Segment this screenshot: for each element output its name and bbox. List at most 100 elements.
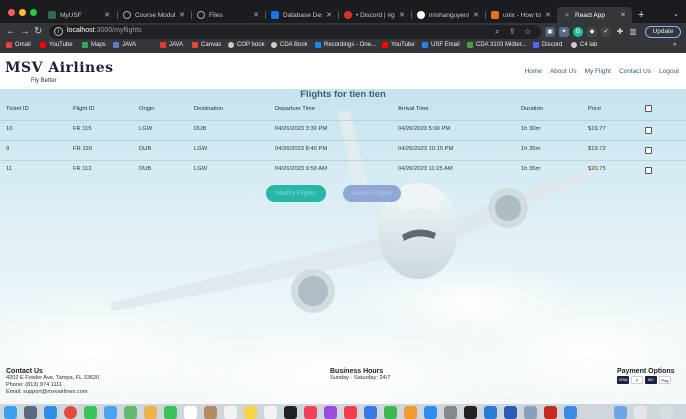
modify-flights-button[interactable]: Modify Flights xyxy=(266,185,326,202)
nav-link-my-flight[interactable]: My Flight xyxy=(585,68,611,75)
nav-link-contact-us[interactable]: Contact Us xyxy=(619,68,651,75)
nav-link-home[interactable]: Home xyxy=(524,68,541,75)
numbers-icon[interactable] xyxy=(384,406,397,419)
reminders-icon[interactable] xyxy=(224,406,237,419)
downloads-folder-icon[interactable] xyxy=(614,406,627,419)
messages-icon[interactable] xyxy=(84,406,97,419)
row-select-checkbox[interactable] xyxy=(645,147,652,154)
delete-flights-button[interactable]: Delete Flights xyxy=(343,185,401,202)
close-icon[interactable]: ✕ xyxy=(545,11,551,19)
close-window-button[interactable] xyxy=(8,9,15,16)
close-icon[interactable]: ✕ xyxy=(253,11,259,19)
row-select-checkbox[interactable] xyxy=(645,167,652,174)
close-icon[interactable]: ✕ xyxy=(326,11,332,19)
close-icon[interactable]: ✕ xyxy=(620,11,626,19)
tab-database-design[interactable]: Database Design ✕ xyxy=(265,7,338,23)
close-icon[interactable]: ✕ xyxy=(399,11,405,19)
select-all-checkbox[interactable] xyxy=(645,105,652,112)
bookmark-usf-email[interactable]: USF Email xyxy=(422,42,460,48)
nav-link-about-us[interactable]: About Us xyxy=(550,68,577,75)
extension-icon[interactable]: ✦ xyxy=(559,27,569,37)
bookmark-recordings[interactable]: Recordings - One... xyxy=(315,42,376,48)
puzzle-icon[interactable]: ✚ xyxy=(615,27,625,37)
update-button[interactable]: Update xyxy=(645,26,681,38)
sidebar-icon[interactable]: ▥ xyxy=(628,27,638,37)
shield-icon[interactable]: ◆ xyxy=(587,27,597,37)
address-bar[interactable]: i localhost:3000/myflights ⌕ ⇪ ☆ xyxy=(49,25,541,39)
acrobat-icon[interactable] xyxy=(544,406,557,419)
keynote-icon[interactable] xyxy=(364,406,377,419)
bookmark-cop-book[interactable]: COP book xyxy=(228,42,265,48)
bookmark-cda-book[interactable]: CDA Book xyxy=(271,42,308,48)
mail-icon[interactable] xyxy=(104,406,117,419)
row-select-checkbox[interactable] xyxy=(645,127,652,134)
more-bookmarks-icon[interactable]: » xyxy=(673,42,676,48)
tv-icon[interactable] xyxy=(284,406,297,419)
system-settings-icon[interactable] xyxy=(444,406,457,419)
preview-icon[interactable] xyxy=(524,406,537,419)
word-icon[interactable] xyxy=(504,406,517,419)
zoom-window-button[interactable] xyxy=(30,9,37,16)
calendar-icon[interactable] xyxy=(184,406,197,419)
launchpad-icon[interactable] xyxy=(24,406,37,419)
close-icon[interactable]: ✕ xyxy=(179,11,185,19)
tab-stackoverflow[interactable]: unix - How to kill ✕ xyxy=(485,7,557,23)
tab-course-modules[interactable]: Course Modules ✕ xyxy=(117,7,191,23)
shield-check-icon[interactable]: ✓ xyxy=(601,27,611,37)
java-icon xyxy=(113,42,119,48)
site-info-icon[interactable]: i xyxy=(54,27,63,36)
tab-discord[interactable]: • Discord | #gene ✕ xyxy=(338,7,411,23)
tab-files[interactable]: Files ✕ xyxy=(191,7,265,23)
nav-link-logout[interactable]: Logout xyxy=(659,68,679,75)
site-logo[interactable]: MSV Airlines xyxy=(5,60,114,76)
news-icon[interactable] xyxy=(344,406,357,419)
photos-icon[interactable] xyxy=(144,406,157,419)
extension-icon[interactable]: ▣ xyxy=(545,27,555,37)
bookmark-youtube[interactable]: YouTube xyxy=(40,42,73,48)
bookmark-youtube-2[interactable]: YouTube xyxy=(382,42,415,48)
music-icon[interactable] xyxy=(304,406,317,419)
bookmark-cda-midterm[interactable]: CDA 3103 Midter... xyxy=(467,42,526,48)
tab-react-app[interactable]: ⚛ React App ✕ xyxy=(557,7,632,23)
back-button[interactable]: ← xyxy=(6,26,16,38)
bookmark-java[interactable]: JAVA xyxy=(113,42,136,48)
bookmark-discord[interactable]: Discord xyxy=(533,42,562,48)
url-text[interactable]: localhost:3000/myflights xyxy=(67,27,142,34)
bookmark-gmail[interactable]: Gmail xyxy=(6,42,31,48)
tab-myusf[interactable]: MyUSF ✕ xyxy=(42,7,116,23)
grammarly-icon[interactable]: G xyxy=(573,27,583,37)
bookmark-maps[interactable]: Maps xyxy=(82,42,106,48)
close-icon[interactable]: ✕ xyxy=(473,11,479,19)
finder-icon[interactable] xyxy=(4,406,17,419)
safari-icon[interactable] xyxy=(44,406,57,419)
contacts-icon[interactable] xyxy=(204,406,217,419)
chevron-down-icon[interactable]: ⌄ xyxy=(673,10,679,18)
bookmark-java-2[interactable]: JAVA xyxy=(160,42,183,48)
pages-icon[interactable] xyxy=(404,406,417,419)
bookmark-canvas[interactable]: Canvas xyxy=(192,42,221,48)
tab-github[interactable]: mishanguyen/Dat ✕ xyxy=(411,7,485,23)
reload-button[interactable]: ↻ xyxy=(34,26,42,38)
origin-cell: DUB xyxy=(139,166,152,172)
terminal-icon[interactable] xyxy=(464,406,477,419)
share-icon[interactable]: ⇪ xyxy=(509,27,516,36)
chrome-icon[interactable] xyxy=(64,406,77,419)
forward-button[interactable]: → xyxy=(20,26,30,38)
minimize-window-button[interactable] xyxy=(19,9,26,16)
bookmark-c4-lab[interactable]: C4 lab xyxy=(571,42,597,48)
footer-email[interactable]: Email: support@msvairlines.com xyxy=(6,389,99,396)
close-icon[interactable]: ✕ xyxy=(104,11,110,19)
freeform-icon[interactable] xyxy=(264,406,277,419)
vscode-icon[interactable] xyxy=(484,406,497,419)
notes-icon[interactable] xyxy=(244,406,257,419)
zoom-search-icon[interactable]: ⌕ xyxy=(495,27,499,37)
xcode-icon[interactable] xyxy=(564,406,577,419)
maps-icon[interactable] xyxy=(124,406,137,419)
podcasts-icon[interactable] xyxy=(324,406,337,419)
documents-folder-icon[interactable] xyxy=(634,406,647,419)
facetime-icon[interactable] xyxy=(164,406,177,419)
new-tab-button[interactable]: + xyxy=(638,10,644,21)
bookmark-star-icon[interactable]: ☆ xyxy=(524,27,531,36)
app-store-icon[interactable] xyxy=(424,406,437,419)
trash-icon[interactable] xyxy=(660,406,673,419)
